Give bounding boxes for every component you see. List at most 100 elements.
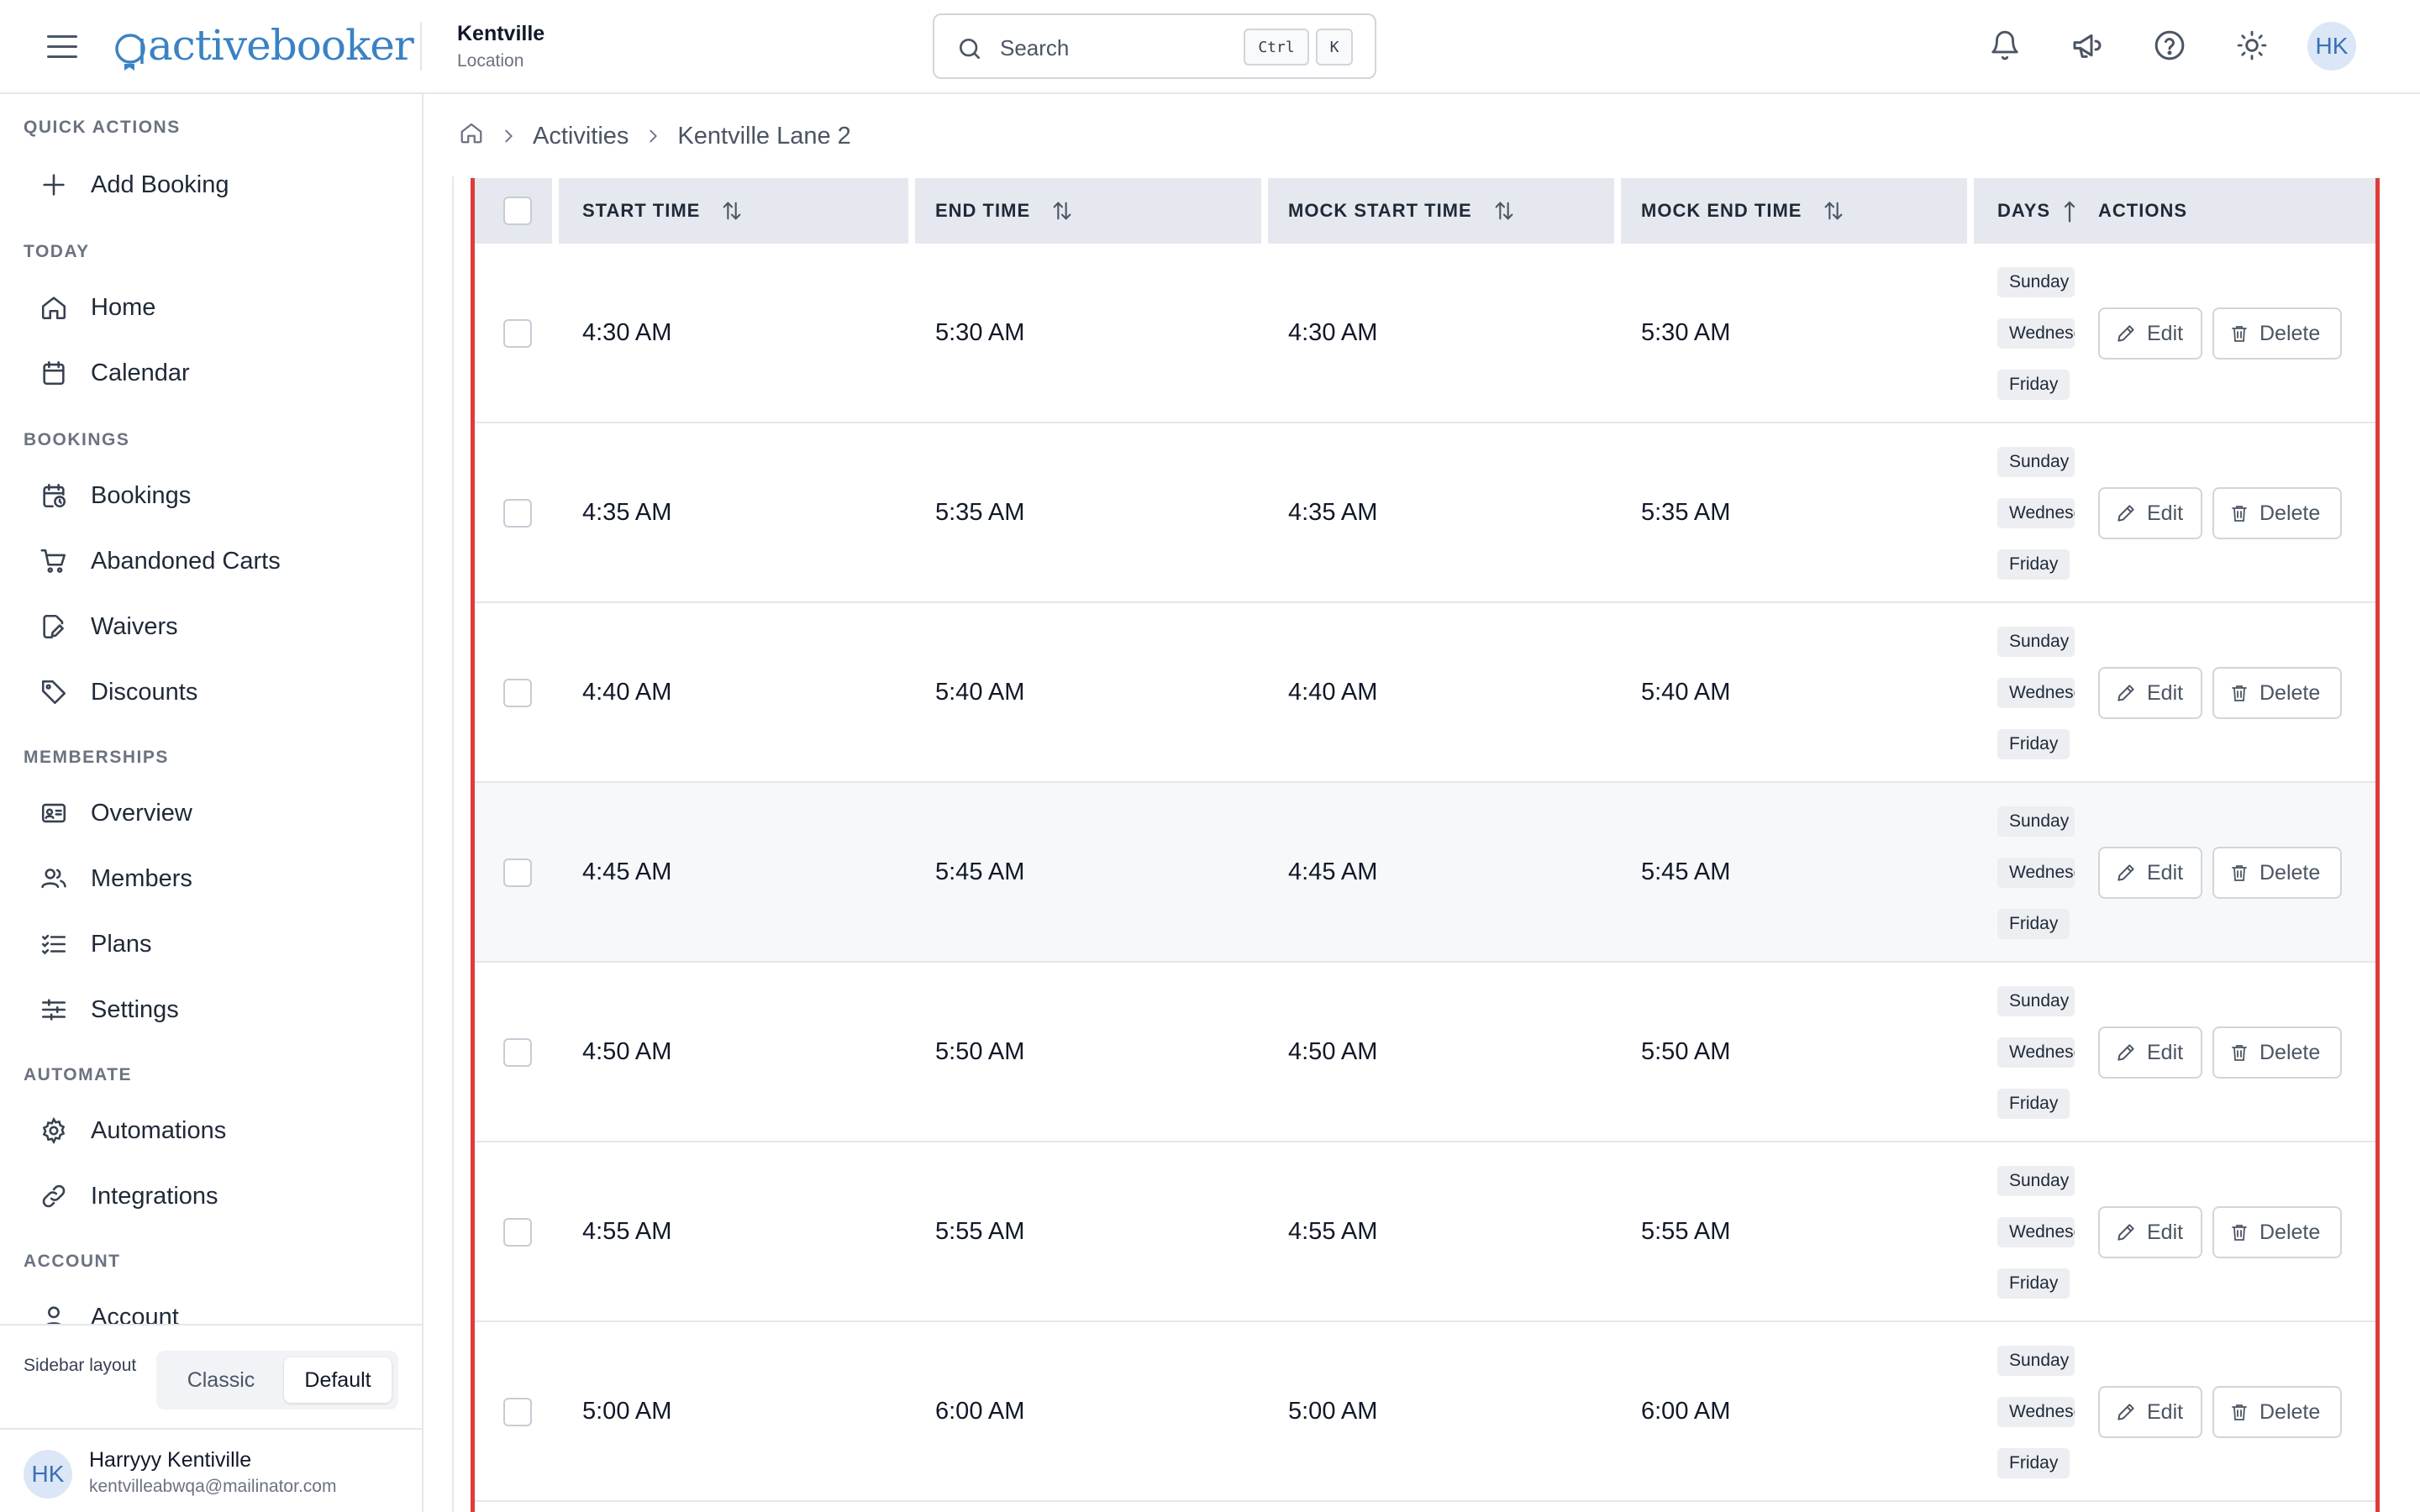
edit-button[interactable]: Edit (2098, 487, 2202, 539)
menu-icon[interactable] (44, 29, 81, 66)
header-mock-end-time[interactable]: MOCK END TIME (1641, 178, 1845, 244)
breadcrumb-activities[interactable]: Activities (533, 123, 629, 150)
cell-end-time: 5:45 AM (935, 858, 1025, 885)
home-icon (35, 289, 72, 326)
trash-icon (2229, 502, 2249, 524)
day-badge: Sunday (1997, 1346, 2075, 1376)
cell-start-time: 4:50 AM (582, 1038, 672, 1065)
header-days[interactable]: DAYS (1997, 178, 2077, 244)
cell-end-time: 6:00 AM (935, 1398, 1025, 1425)
user-avatar[interactable]: HK (2307, 22, 2356, 71)
layout-classic-option[interactable]: Classic (163, 1357, 279, 1403)
breadcrumb: Activities Kentville Lane 2 (459, 119, 851, 153)
layout-default-option[interactable]: Default (284, 1357, 392, 1403)
megaphone-icon[interactable] (2065, 24, 2109, 67)
location-switcher[interactable]: Kentville Location (457, 22, 544, 71)
sun-icon[interactable] (2230, 24, 2274, 67)
sidebar-item-integrations[interactable]: Integrations (24, 1169, 407, 1223)
cell-mock-start-time: 4:45 AM (1288, 858, 1378, 885)
row-checkbox[interactable] (503, 319, 532, 348)
delete-button[interactable]: Delete (2212, 1026, 2342, 1079)
sidebar-item-automations[interactable]: Automations (24, 1104, 407, 1158)
delete-label: Delete (2260, 860, 2321, 885)
section-quick-actions: QUICK ACTIONS (24, 118, 181, 137)
delete-button[interactable]: Delete (2212, 847, 2342, 899)
user-email: kentvilleabwqa@mailinator.com (89, 1477, 337, 1496)
edit-button[interactable]: Edit (2098, 847, 2202, 899)
row-checkbox[interactable] (503, 1398, 532, 1426)
bell-icon[interactable] (1983, 24, 2027, 67)
day-badge: Friday (1997, 549, 2070, 580)
cell-mock-end-time: 5:50 AM (1641, 1038, 1731, 1065)
header-mock-start-time[interactable]: MOCK START TIME (1288, 178, 1516, 244)
edit-button[interactable]: Edit (2098, 307, 2202, 360)
home-breadcrumb-icon[interactable] (459, 120, 484, 152)
edit-button[interactable]: Edit (2098, 1026, 2202, 1079)
sidebar-item-home[interactable]: Home (24, 281, 407, 334)
sidebar: QUICK ACTIONS Add Booking TODAY Home Cal… (0, 94, 424, 1512)
section-today: TODAY (24, 242, 90, 261)
table-row: 5:00 AM 6:00 AM 5:00 AM 6:00 AM Sunday Wednes… (475, 1322, 2375, 1502)
edit-button[interactable]: Edit (2098, 667, 2202, 719)
header-separator (552, 178, 559, 244)
cell-mock-start-time: 4:55 AM (1288, 1218, 1378, 1245)
section-account: ACCOUNT (24, 1252, 121, 1271)
avatar[interactable]: HK (24, 1450, 72, 1499)
delete-button[interactable]: Delete (2212, 1206, 2342, 1258)
row-checkbox[interactable] (503, 679, 532, 707)
edit-label: Edit (2147, 860, 2184, 885)
chevron-right-icon (644, 127, 662, 145)
delete-button[interactable]: Delete (2212, 307, 2342, 360)
sidebar-item-label: Calendar (91, 359, 190, 386)
pencil-icon (2115, 1401, 2137, 1423)
sidebar-item-add-booking[interactable]: Add Booking (24, 158, 407, 212)
sidebar-item-label: Discounts (91, 678, 198, 706)
tag-icon (35, 674, 72, 711)
day-badge: Sunday (1997, 806, 2075, 837)
sidebar-item-overview[interactable]: Overview (24, 786, 407, 840)
header-separator (1967, 178, 1974, 244)
delete-button[interactable]: Delete (2212, 667, 2342, 719)
sidebar-item-discounts[interactable]: Discounts (24, 665, 407, 719)
sidebar-item-abandoned-carts[interactable]: Abandoned Carts (24, 534, 407, 588)
sidebar-item-waivers[interactable]: Waivers (24, 600, 407, 654)
search-placeholder: Search (1000, 35, 1070, 60)
help-icon[interactable] (2148, 24, 2191, 67)
schedule-table: START TIME END TIME MOCK START TIME MOCK… (471, 178, 2380, 1512)
user-name: Harryyy Kentiville (89, 1448, 252, 1472)
pencil-icon (2115, 862, 2137, 884)
row-checkbox[interactable] (503, 499, 532, 528)
edit-button[interactable]: Edit (2098, 1386, 2202, 1438)
delete-button[interactable]: Delete (2212, 487, 2342, 539)
day-badge: Wednesday (1997, 1397, 2075, 1427)
row-checkbox[interactable] (503, 858, 532, 887)
header-separator (1261, 178, 1268, 244)
edit-label: Edit (2147, 1399, 2184, 1424)
select-all-checkbox[interactable] (503, 197, 532, 225)
cart-icon (35, 543, 72, 580)
sidebar-item-bookings[interactable]: Bookings (24, 469, 407, 522)
row-checkbox[interactable] (503, 1038, 532, 1067)
edit-button[interactable]: Edit (2098, 1206, 2202, 1258)
header-start-time[interactable]: START TIME (582, 178, 744, 244)
sidebar-item-label: Settings (91, 995, 179, 1023)
cell-mock-start-time: 4:30 AM (1288, 319, 1378, 346)
delete-button[interactable]: Delete (2212, 1386, 2342, 1438)
list-check-icon (35, 926, 72, 963)
row-checkbox[interactable] (503, 1218, 532, 1247)
day-badge: Friday (1997, 1448, 2070, 1478)
logo[interactable]: activebooker (111, 12, 414, 79)
sidebar-item-calendar[interactable]: Calendar (24, 346, 407, 400)
edit-label: Edit (2147, 1040, 2184, 1064)
search-input[interactable]: Search Ctrl K (933, 13, 1376, 79)
sidebar-item-settings[interactable]: Settings (24, 983, 407, 1037)
delete-label: Delete (2260, 321, 2321, 345)
sidebar-item-members[interactable]: Members (24, 852, 407, 906)
header-end-time[interactable]: END TIME (935, 178, 1074, 244)
cell-mock-start-time: 5:00 AM (1288, 1398, 1378, 1425)
trash-icon (2229, 1221, 2249, 1243)
sidebar-item-plans[interactable]: Plans (24, 917, 407, 971)
header-label: START TIME (582, 200, 701, 221)
delete-label: Delete (2260, 501, 2321, 525)
sort-icon (1822, 198, 1845, 223)
